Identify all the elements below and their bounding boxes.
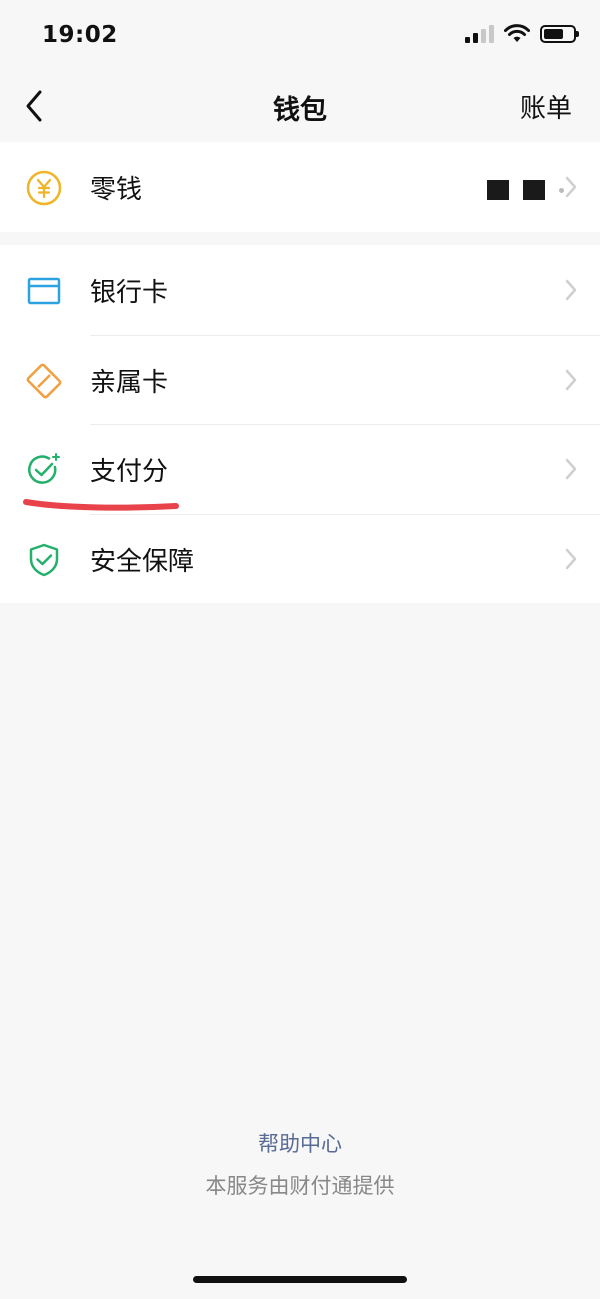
status-icons [465,24,579,44]
list-item-label: 支付分 [90,457,169,487]
provider-text: 本服务由财付通提供 [205,1174,395,1198]
status-time: 19:02 [42,22,118,48]
chevron-right-icon [565,548,577,569]
list-item-bank-card[interactable]: 银行卡 [0,245,600,335]
change-row[interactable]: 零钱 [0,142,600,232]
chevron-right-icon [565,369,577,390]
wifi-icon [504,24,530,42]
change-card: 零钱 [0,142,600,232]
list-item-security[interactable]: 安全保障 [0,513,600,604]
chevron-right-icon [565,279,577,301]
list-item-label: 银行卡 [90,278,169,308]
chevron-right-icon [565,176,577,198]
chevron-right-icon [565,458,577,480]
red-underline-annotation [23,499,179,511]
help-center-link[interactable]: 帮助中心 [0,1128,600,1158]
status-bar: 19:02 [0,0,600,72]
nav-bar: 钱包 账单 [0,72,600,140]
list-item-label: 亲属卡 [90,367,169,398]
family-card-icon [26,363,62,398]
shield-check-icon [29,543,59,576]
home-indicator [193,1276,407,1283]
bank-card-icon [27,277,61,305]
bills-button[interactable]: 账单 [520,88,572,125]
pay-score-icon [28,453,60,484]
cellular-signal-icon [465,25,494,43]
battery-icon [540,25,579,43]
list-item-label: 安全保障 [90,546,195,577]
yuan-coin-icon [26,170,62,206]
list-item-family-card[interactable]: 亲属卡 [0,334,600,425]
change-label: 零钱 [90,175,143,205]
page-title: 钱包 [273,95,327,126]
masked-balance [487,180,564,200]
wallet-list: 银行卡 亲属卡 支付分 安全保障 [0,245,600,603]
